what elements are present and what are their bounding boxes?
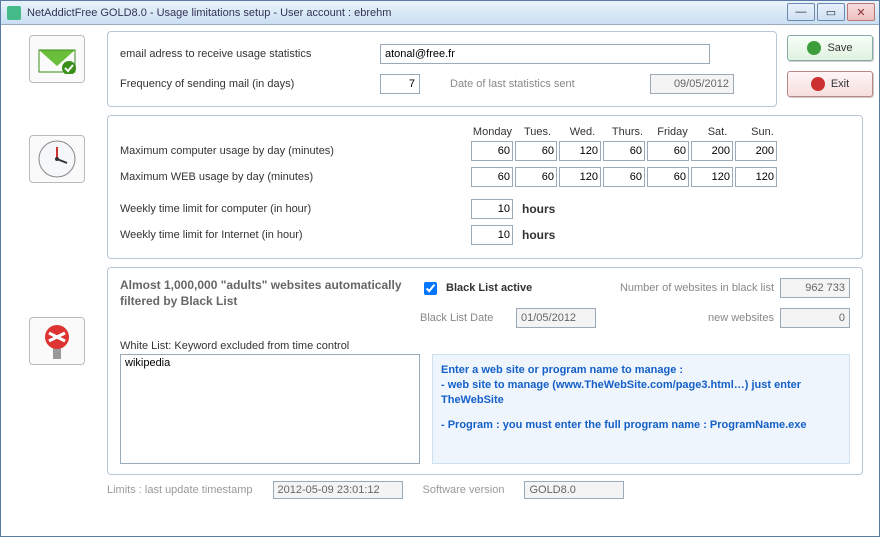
version-value: GOLD8.0 [524, 481, 624, 499]
comp-mon[interactable] [471, 141, 513, 161]
comp-sat[interactable] [691, 141, 733, 161]
weekly-net-label: Weekly time limit for Internet (in hour) [120, 229, 470, 241]
app-icon [7, 6, 21, 20]
comp-fri[interactable] [647, 141, 689, 161]
whitelist-textarea[interactable] [120, 354, 420, 464]
blacklist-count: 962 733 [780, 278, 850, 298]
freq-input[interactable] [380, 74, 420, 94]
timestamp-label: Limits : last update timestamp [107, 484, 253, 496]
maximize-button[interactable]: ▭ [817, 3, 845, 21]
email-label: email adress to receive usage statistics [120, 48, 380, 60]
blacklist-count-label: Number of websites in black list [620, 282, 774, 294]
comp-wed[interactable] [559, 141, 601, 161]
clock-icon [29, 135, 85, 183]
comp-tue[interactable] [515, 141, 557, 161]
web-sat[interactable] [691, 167, 733, 187]
blacklist-title: Almost 1,000,000 "adults" websites autom… [120, 278, 420, 309]
version-label: Software version [423, 484, 505, 496]
window-title: NetAddictFree GOLD8.0 - Usage limitation… [27, 7, 391, 19]
blacklist-active-checkbox[interactable] [424, 282, 437, 295]
close-button[interactable]: ✕ [847, 3, 875, 21]
lastsent-value: 09/05/2012 [650, 74, 734, 94]
blacklist-active-label: Black List active [446, 282, 532, 294]
stop-sign-icon [29, 317, 85, 365]
new-sites-label: new websites [708, 312, 774, 324]
weekly-net-input[interactable] [471, 225, 513, 245]
mail-icon [29, 35, 85, 83]
email-input[interactable] [380, 44, 710, 64]
app-window: NetAddictFree GOLD8.0 - Usage limitation… [0, 0, 880, 537]
day-headers: MondayTues.Wed.Thurs.FridaySat.Sun. [470, 126, 850, 138]
comp-thu[interactable] [603, 141, 645, 161]
limits-panel: MondayTues.Wed.Thurs.FridaySat.Sun. Maxi… [107, 115, 863, 259]
web-wed[interactable] [559, 167, 601, 187]
hours-unit-2: hours [522, 228, 555, 242]
minimize-button[interactable]: — [787, 3, 815, 21]
comp-usage-label: Maximum computer usage by day (minutes) [120, 145, 470, 157]
web-usage-label: Maximum WEB usage by day (minutes) [120, 171, 470, 183]
freq-label: Frequency of sending mail (in days) [120, 78, 380, 90]
web-tue[interactable] [515, 167, 557, 187]
email-panel: email adress to receive usage statistics… [107, 31, 777, 107]
whitelist-label: White List: Keyword excluded from time c… [120, 340, 850, 352]
web-thu[interactable] [603, 167, 645, 187]
comp-sun[interactable] [735, 141, 777, 161]
footer: Limits : last update timestamp 2012-05-0… [7, 475, 873, 499]
new-sites-value: 0 [780, 308, 850, 328]
timestamp-value: 2012-05-09 23:01:12 [273, 481, 403, 499]
blacklist-date: 01/05/2012 [516, 308, 596, 328]
help-text: Enter a web site or program name to mana… [432, 354, 850, 464]
weekly-comp-label: Weekly time limit for computer (in hour) [120, 203, 470, 215]
blacklist-panel: Almost 1,000,000 "adults" websites autom… [107, 267, 863, 475]
lastsent-label: Date of last statistics sent [450, 78, 650, 90]
titlebar: NetAddictFree GOLD8.0 - Usage limitation… [1, 1, 879, 25]
blacklist-date-label: Black List Date [420, 312, 510, 324]
hours-unit: hours [522, 202, 555, 216]
web-mon[interactable] [471, 167, 513, 187]
weekly-comp-input[interactable] [471, 199, 513, 219]
web-fri[interactable] [647, 167, 689, 187]
web-sun[interactable] [735, 167, 777, 187]
